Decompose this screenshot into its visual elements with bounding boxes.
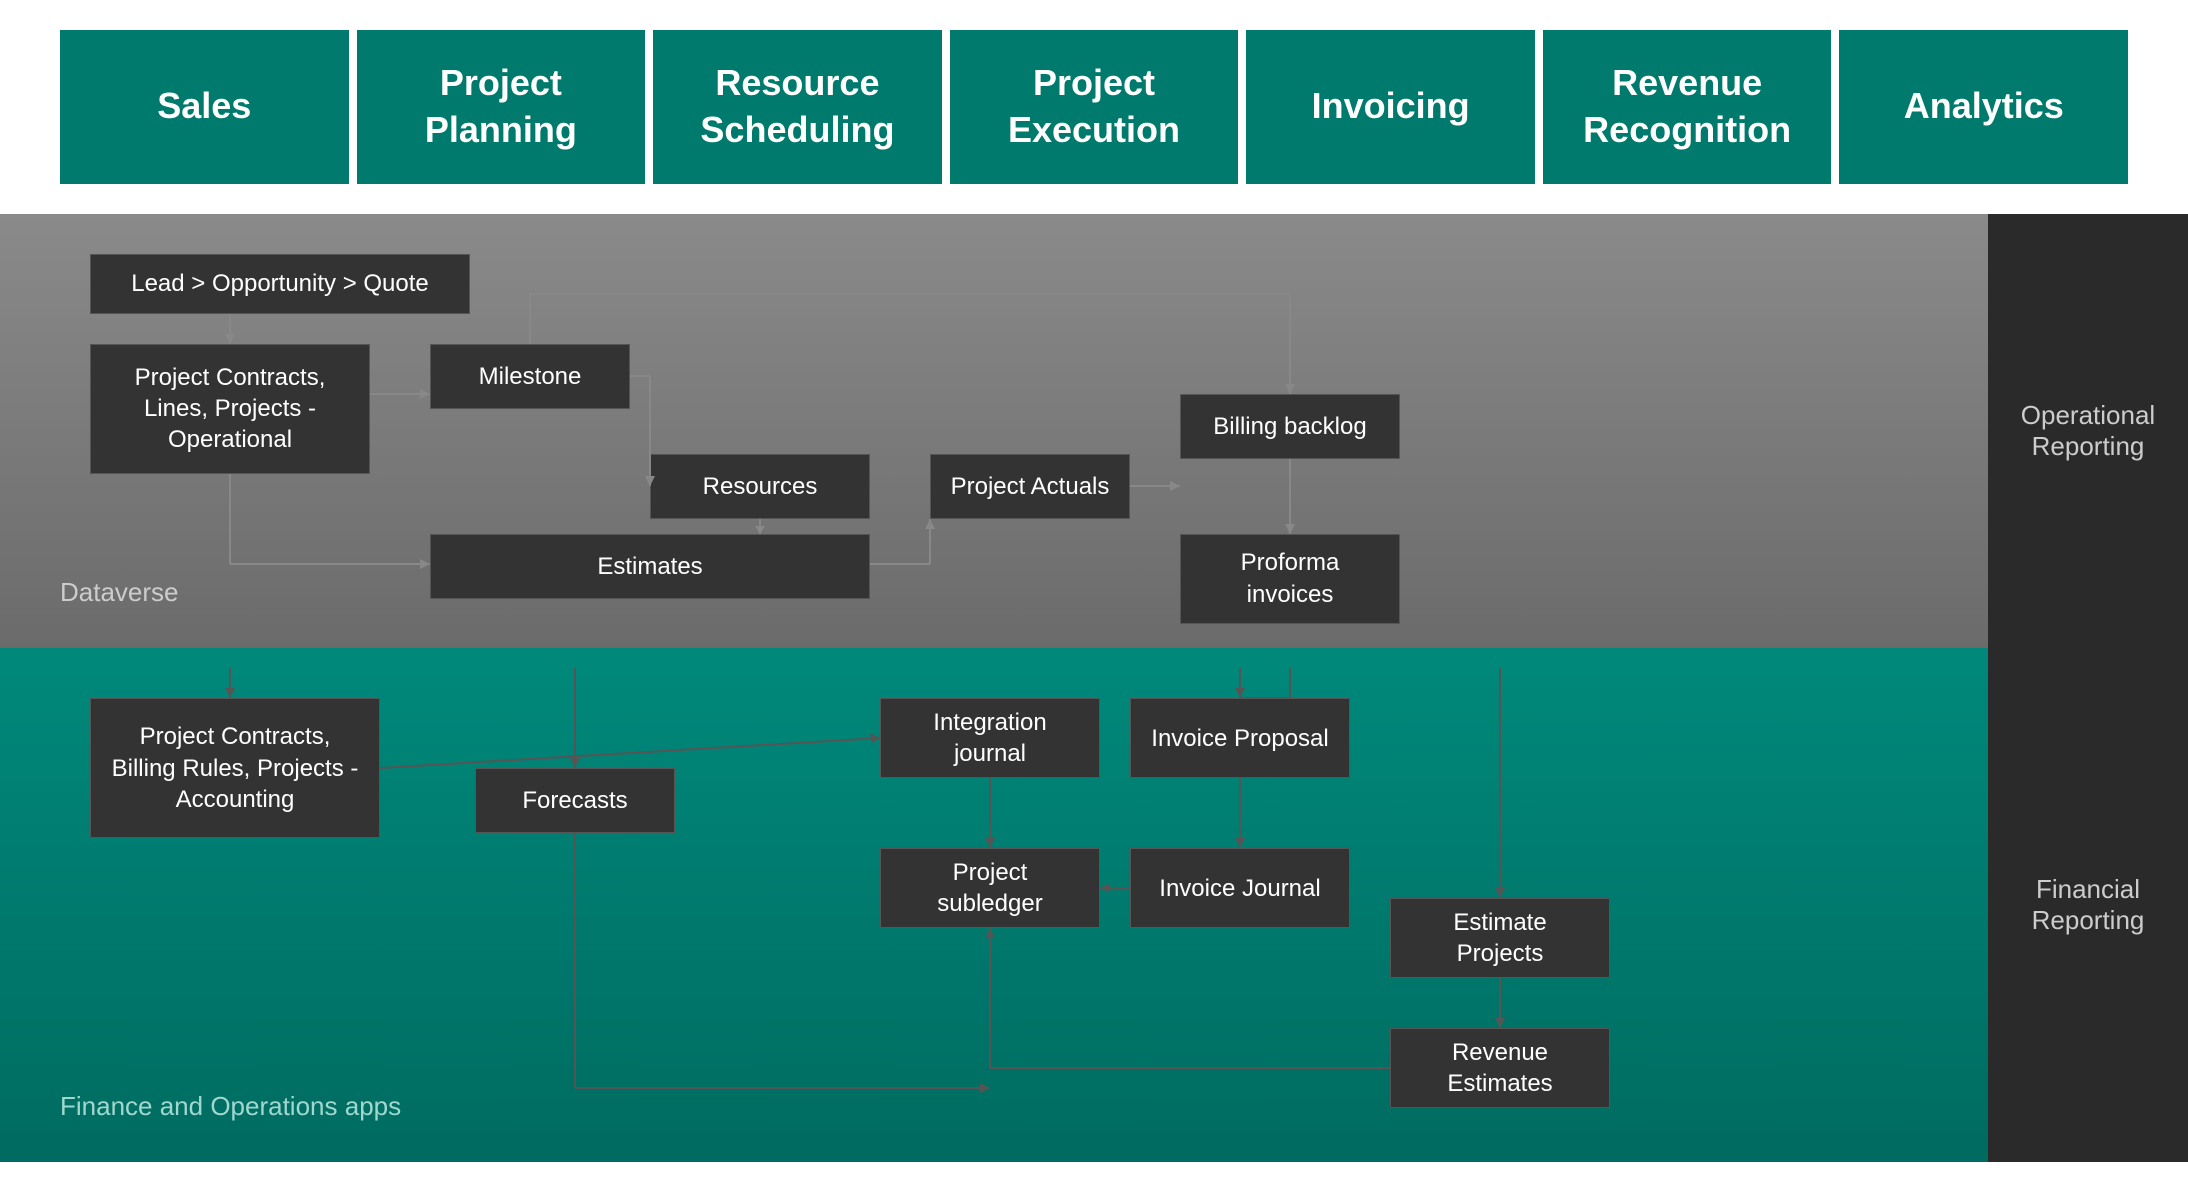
box-project-subledger: Project subledger xyxy=(880,848,1100,928)
top-header: Sales Project Planning Resource Scheduli… xyxy=(0,0,2188,214)
finance-layout: Project Contracts, Billing Rules, Projec… xyxy=(30,668,1958,1141)
dataverse-layout: Lead > Opportunity > Quote Project Contr… xyxy=(30,234,1958,629)
box-milestone: Milestone xyxy=(430,344,630,409)
tile-invoicing[interactable]: Invoicing xyxy=(1246,30,1535,184)
financial-reporting-label: Financial Reporting xyxy=(1988,864,2188,946)
financial-reporting-panel: Financial Reporting xyxy=(1988,648,2188,1161)
box-resources: Resources xyxy=(650,454,870,519)
box-project-actuals: Project Actuals xyxy=(930,454,1130,519)
operational-reporting-panel: Operational Reporting xyxy=(1988,214,2188,649)
page-wrapper: Sales Project Planning Resource Scheduli… xyxy=(0,0,2188,1162)
box-forecasts: Forecasts xyxy=(475,768,675,833)
box-invoice-journal: Invoice Journal xyxy=(1130,848,1350,928)
tile-revenue-recognition[interactable]: Revenue Recognition xyxy=(1543,30,1832,184)
box-billing-backlog: Billing backlog xyxy=(1180,394,1400,459)
main-area: Lead > Opportunity > Quote Project Contr… xyxy=(0,214,2188,1162)
tile-project-execution[interactable]: Project Execution xyxy=(950,30,1239,184)
tile-analytics[interactable]: Analytics xyxy=(1839,30,2128,184)
tile-resource-scheduling[interactable]: Resource Scheduling xyxy=(653,30,942,184)
box-estimate-projects: Estimate Projects xyxy=(1390,898,1610,978)
box-project-contracts-operational: Project Contracts, Lines, Projects - Ope… xyxy=(90,344,370,474)
box-invoice-proposal: Invoice Proposal xyxy=(1130,698,1350,778)
finance-section: Project Contracts, Billing Rules, Projec… xyxy=(0,648,2188,1161)
box-revenue-estimates: Revenue Estimates xyxy=(1390,1028,1610,1108)
finance-label: Finance and Operations apps xyxy=(60,1091,401,1122)
box-project-contracts-accounting: Project Contracts, Billing Rules, Projec… xyxy=(90,698,380,838)
box-integration-journal: Integration journal xyxy=(880,698,1100,778)
box-estimates: Estimates xyxy=(430,534,870,599)
box-proforma-invoices: Proforma invoices xyxy=(1180,534,1400,624)
tile-sales[interactable]: Sales xyxy=(60,30,349,184)
box-lead-opportunity-quote: Lead > Opportunity > Quote xyxy=(90,254,470,314)
operational-reporting-label: Operational Reporting xyxy=(1988,390,2188,472)
tile-project-planning[interactable]: Project Planning xyxy=(357,30,646,184)
dataverse-section: Lead > Opportunity > Quote Project Contr… xyxy=(0,214,2188,649)
dataverse-label: Dataverse xyxy=(60,577,179,608)
